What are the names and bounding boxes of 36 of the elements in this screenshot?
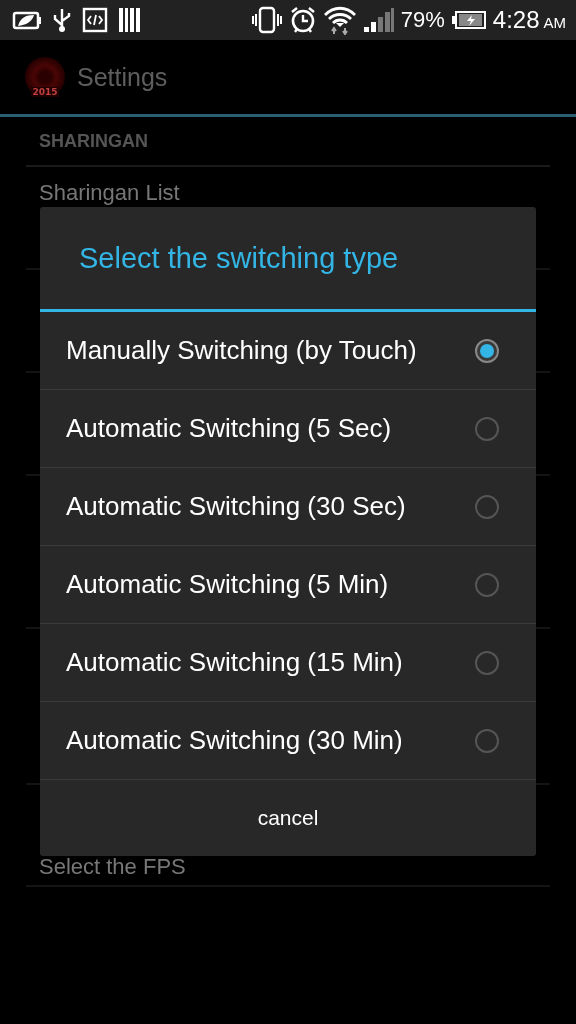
option-label: Automatic Switching (15 Min)	[66, 646, 403, 679]
charging-battery-icon	[450, 9, 487, 31]
radio-button[interactable]	[475, 338, 499, 363]
clock-meridiem: AM	[543, 14, 566, 31]
app-icon[interactable]: 2015	[25, 57, 65, 97]
option-row[interactable]: Automatic Switching (5 Min)	[40, 546, 536, 624]
radio-button[interactable]	[475, 572, 499, 597]
option-label: Automatic Switching (5 Min)	[66, 568, 389, 601]
settings-item[interactable]: Sharingan List	[39, 180, 180, 205]
clock-time: 4:28	[492, 6, 540, 34]
cancel-button[interactable]: cancel	[40, 780, 536, 856]
screen-title: Settings	[77, 62, 168, 92]
barcode-icon	[118, 7, 142, 33]
option-label: Automatic Switching (5 Sec)	[66, 412, 392, 445]
radio-button[interactable]	[475, 650, 499, 675]
wifi-icon	[322, 5, 357, 35]
radio-button[interactable]	[475, 494, 499, 519]
option-row[interactable]: Automatic Switching (15 Min)	[40, 624, 536, 702]
code-icon	[82, 7, 108, 33]
dialog-title: Select the switching type	[78, 240, 400, 276]
usb-icon	[52, 7, 72, 33]
option-row[interactable]: Automatic Switching (5 Sec)	[40, 390, 536, 468]
battery-saver-icon	[12, 9, 42, 31]
option-row[interactable]: Manually Switching (by Touch)	[40, 312, 536, 390]
radio-button[interactable]	[475, 416, 499, 441]
settings-item[interactable]: Select the FPS	[39, 854, 186, 879]
section-header: SHARINGAN	[39, 130, 148, 152]
option-label: Automatic Switching (30 Min)	[66, 724, 403, 757]
option-row[interactable]: Automatic Switching (30 Min)	[40, 702, 536, 780]
battery-percent: 79%	[400, 7, 445, 33]
vibrate-icon	[250, 6, 283, 34]
radio-button[interactable]	[475, 728, 499, 753]
option-row[interactable]: Automatic Switching (30 Sec)	[40, 468, 536, 546]
option-label: Automatic Switching (30 Sec)	[66, 490, 406, 523]
signal-icon	[362, 7, 395, 33]
option-label: Manually Switching (by Touch)	[66, 334, 417, 367]
